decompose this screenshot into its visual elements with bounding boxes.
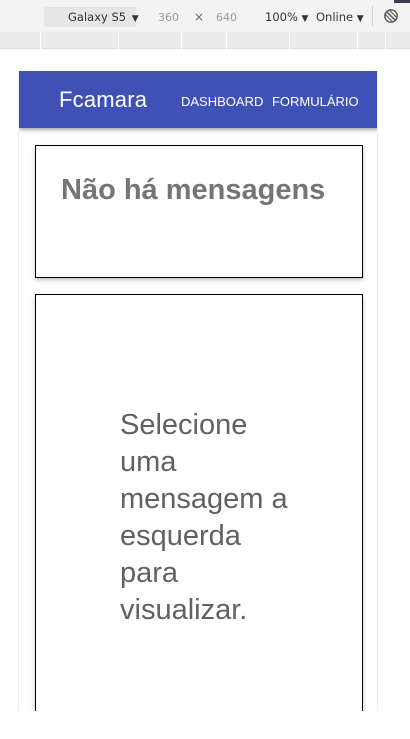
rotate-icon[interactable] xyxy=(383,8,399,24)
window-edge xyxy=(394,0,410,3)
media-query-ruler xyxy=(0,32,410,49)
devtools-toolbar: Galaxy S5 ▼ 360 × 640 100% ▼ Online ▼ xyxy=(0,0,410,32)
ruler-tick xyxy=(357,32,358,49)
dimension-separator: × xyxy=(194,10,205,24)
nav-link-dashboard[interactable]: DASHBOARD xyxy=(181,94,263,109)
nav-link-formulario[interactable]: FORMULÁRIO xyxy=(272,94,359,109)
message-list-panel: Não há mensagens xyxy=(35,145,363,278)
viewport-height-input[interactable]: 640 xyxy=(216,11,237,24)
network-throttle-select[interactable]: Online ▼ xyxy=(316,10,364,24)
zoom-select[interactable]: 100% ▼ xyxy=(265,10,308,24)
ruler-tick xyxy=(181,32,182,49)
chevron-down-icon: ▼ xyxy=(131,14,139,24)
ruler-tick xyxy=(118,32,119,49)
chevron-down-icon: ▼ xyxy=(301,14,309,24)
toolbar-divider xyxy=(372,6,373,26)
device-select[interactable]: Galaxy S5 ▼ xyxy=(44,7,139,27)
brand-logo[interactable]: Fcamara xyxy=(59,87,147,113)
main-nav: DASHBOARD FORMULÁRIO xyxy=(181,94,364,110)
ruler-tick xyxy=(385,32,386,49)
select-message-placeholder: Selecione uma mensagem a esquerda para v… xyxy=(120,409,288,626)
ruler-tick xyxy=(40,32,41,49)
chevron-down-icon: ▼ xyxy=(356,14,364,24)
empty-messages-title: Não há mensagens xyxy=(61,174,326,206)
message-detail-panel: Selecione uma mensagem a esquerda para v… xyxy=(35,294,363,711)
viewport-width-input[interactable]: 360 xyxy=(158,11,179,24)
device-select-label: Galaxy S5 xyxy=(68,10,127,24)
zoom-select-label: 100% xyxy=(265,10,298,24)
ruler-tick xyxy=(226,32,227,49)
app-header: Fcamara DASHBOARD FORMULÁRIO xyxy=(19,71,377,128)
network-select-label: Online xyxy=(316,10,354,24)
device-viewport: Fcamara DASHBOARD FORMULÁRIO Não há mens… xyxy=(18,71,378,711)
ruler-tick xyxy=(289,32,290,49)
